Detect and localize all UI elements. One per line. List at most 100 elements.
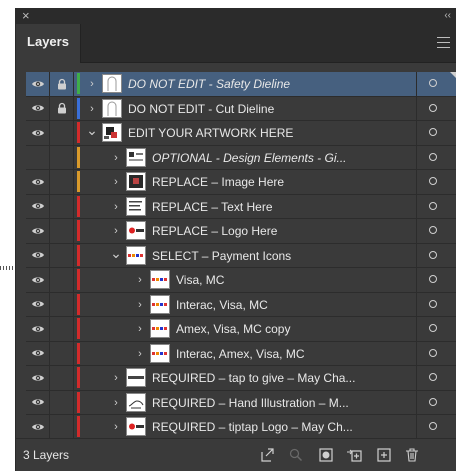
create-sublayer-icon[interactable] xyxy=(346,447,362,463)
lock-toggle[interactable] xyxy=(50,292,74,316)
chevron-right-icon[interactable]: › xyxy=(110,146,122,170)
layer-row[interactable]: › Interac, Visa, MC xyxy=(26,292,456,317)
lock-toggle[interactable] xyxy=(50,170,74,194)
collapse-panel-icon[interactable]: ‹‹ xyxy=(444,8,451,24)
chevron-down-icon[interactable]: ⌄ xyxy=(110,244,122,268)
layer-name[interactable]: REPLACE – Logo Here xyxy=(152,219,277,243)
chevron-down-icon[interactable]: ⌄ xyxy=(86,121,98,145)
chevron-right-icon[interactable]: › xyxy=(110,415,122,439)
layer-row[interactable]: ⌄ EDIT YOUR ARTWORK HERE xyxy=(26,121,456,146)
chevron-right-icon[interactable]: › xyxy=(110,219,122,243)
collect-for-export-icon[interactable] xyxy=(259,447,275,463)
lock-toggle[interactable] xyxy=(50,415,74,439)
lock-toggle[interactable] xyxy=(50,219,74,243)
layer-name[interactable]: REPLACE – Text Here xyxy=(152,195,273,219)
layer-name[interactable]: EDIT YOUR ARTWORK HERE xyxy=(128,121,293,145)
chevron-right-icon[interactable]: › xyxy=(134,342,146,366)
lock-toggle[interactable] xyxy=(50,243,74,267)
layer-row[interactable]: › OPTIONAL - Design Elements - Gi... xyxy=(26,145,456,170)
layer-row[interactable]: › Amex, Visa, MC copy xyxy=(26,317,456,342)
layer-name[interactable]: REQUIRED – Hand Illustration – M... xyxy=(152,391,349,415)
target-circle-icon[interactable] xyxy=(429,226,437,234)
layer-name[interactable]: DO NOT EDIT - Cut Dieline xyxy=(128,97,274,121)
target-circle-icon[interactable] xyxy=(429,103,437,112)
layer-row[interactable]: › DO NOT EDIT - Cut Dieline xyxy=(26,96,456,121)
lock-toggle[interactable] xyxy=(50,72,74,96)
lock-toggle[interactable] xyxy=(50,121,74,145)
lock-toggle[interactable] xyxy=(50,96,74,120)
layer-name[interactable]: Amex, Visa, MC copy xyxy=(176,317,290,341)
visibility-toggle[interactable] xyxy=(26,366,50,390)
target-circle-icon[interactable] xyxy=(429,397,437,406)
layer-row[interactable]: › REQUIRED – tiptap Logo – May Ch... xyxy=(26,415,456,440)
visibility-toggle[interactable] xyxy=(26,72,50,96)
layer-row[interactable]: › Interac, Amex, Visa, MC xyxy=(26,341,456,366)
delete-layer-icon[interactable] xyxy=(404,447,420,463)
layer-row[interactable]: › Visa, MC xyxy=(26,268,456,293)
chevron-right-icon[interactable]: › xyxy=(110,391,122,415)
lock-toggle[interactable] xyxy=(50,341,74,365)
chevron-right-icon[interactable]: › xyxy=(110,170,122,194)
visibility-toggle[interactable] xyxy=(26,170,50,194)
tab-layers[interactable]: Layers xyxy=(16,24,81,63)
visibility-toggle[interactable] xyxy=(26,145,50,169)
visibility-toggle[interactable] xyxy=(26,292,50,316)
target-circle-icon[interactable] xyxy=(429,324,437,332)
make-clipping-mask-icon[interactable] xyxy=(318,447,334,463)
target-circle-icon[interactable] xyxy=(429,250,437,259)
target-circle-icon[interactable] xyxy=(429,177,437,185)
layer-row[interactable]: › REQUIRED – tap to give – May Cha... xyxy=(26,366,456,391)
target-circle-icon[interactable] xyxy=(429,275,437,283)
target-circle-icon[interactable] xyxy=(429,373,437,381)
create-new-layer-icon[interactable] xyxy=(376,447,392,463)
locate-object-icon[interactable] xyxy=(288,447,304,463)
target-circle-icon[interactable] xyxy=(429,299,437,308)
visibility-toggle[interactable] xyxy=(26,317,50,341)
visibility-toggle[interactable] xyxy=(26,341,50,365)
lock-toggle[interactable] xyxy=(50,366,74,390)
chevron-right-icon[interactable]: › xyxy=(110,195,122,219)
chevron-right-icon[interactable]: › xyxy=(134,317,146,341)
visibility-toggle[interactable] xyxy=(26,268,50,292)
layer-row[interactable]: › REQUIRED – Hand Illustration – M... xyxy=(26,390,456,415)
target-circle-icon[interactable] xyxy=(429,201,437,210)
lock-toggle[interactable] xyxy=(50,317,74,341)
layer-name[interactable]: REQUIRED – tap to give – May Cha... xyxy=(152,366,355,390)
chevron-right-icon[interactable]: › xyxy=(134,293,146,317)
layer-name[interactable]: OPTIONAL - Design Elements - Gi... xyxy=(152,146,347,170)
layer-name[interactable]: DO NOT EDIT - Safety Dieline xyxy=(128,72,290,96)
chevron-right-icon[interactable]: › xyxy=(110,366,122,390)
visibility-toggle[interactable] xyxy=(26,390,50,414)
layer-name[interactable]: Visa, MC xyxy=(176,268,224,292)
visibility-toggle[interactable] xyxy=(26,415,50,439)
layer-row[interactable]: › REPLACE – Text Here xyxy=(26,194,456,219)
layer-name[interactable]: SELECT – Payment Icons xyxy=(152,244,291,268)
layer-row[interactable]: › DO NOT EDIT - Safety Dieline xyxy=(26,72,456,97)
chevron-right-icon[interactable]: › xyxy=(86,72,98,96)
layer-name[interactable]: Interac, Visa, MC xyxy=(176,293,268,317)
target-circle-icon[interactable] xyxy=(429,422,437,430)
lock-toggle[interactable] xyxy=(50,194,74,218)
lock-toggle[interactable] xyxy=(50,268,74,292)
layer-name[interactable]: REQUIRED – tiptap Logo – May Ch... xyxy=(152,415,353,439)
layer-row[interactable]: › REPLACE – Logo Here xyxy=(26,219,456,244)
visibility-toggle[interactable] xyxy=(26,219,50,243)
visibility-toggle[interactable] xyxy=(26,96,50,120)
visibility-toggle[interactable] xyxy=(26,243,50,267)
target-circle-icon[interactable] xyxy=(429,348,437,357)
visibility-toggle[interactable] xyxy=(26,121,50,145)
chevron-right-icon[interactable]: › xyxy=(86,97,98,121)
layer-row[interactable]: › REPLACE – Image Here xyxy=(26,170,456,195)
target-circle-icon[interactable] xyxy=(429,79,437,87)
lock-toggle[interactable] xyxy=(50,145,74,169)
close-panel-icon[interactable]: × xyxy=(22,8,30,24)
visibility-toggle[interactable] xyxy=(26,194,50,218)
lock-toggle[interactable] xyxy=(50,390,74,414)
layer-row[interactable]: ⌄ SELECT – Payment Icons xyxy=(26,243,456,268)
target-circle-icon[interactable] xyxy=(429,152,437,161)
target-circle-icon[interactable] xyxy=(429,128,437,136)
chevron-right-icon[interactable]: › xyxy=(134,268,146,292)
layer-name[interactable]: REPLACE – Image Here xyxy=(152,170,284,194)
layer-name[interactable]: Interac, Amex, Visa, MC xyxy=(176,342,305,366)
panel-menu-icon[interactable] xyxy=(437,37,450,48)
